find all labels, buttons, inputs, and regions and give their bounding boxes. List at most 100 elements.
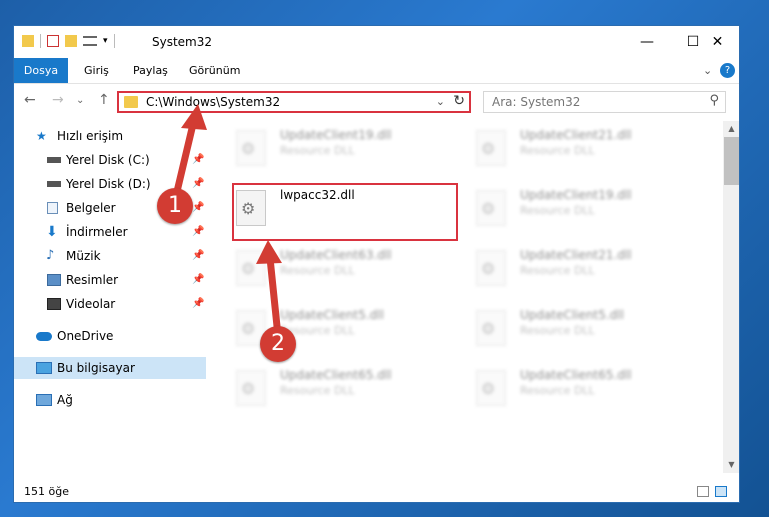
properties-icon[interactable]: [47, 35, 59, 47]
nav-item-downloads[interactable]: ⬇ İndirmeler 📌: [14, 221, 206, 243]
nav-item-label: Ağ: [57, 393, 73, 407]
up-button[interactable]: ↑: [98, 92, 110, 108]
minimize-button[interactable]: —: [624, 26, 670, 58]
dll-file-icon: ⚙: [476, 310, 506, 346]
address-path[interactable]: C:\Windows\System32: [146, 95, 280, 109]
dll-file-icon: ⚙: [476, 190, 506, 226]
nav-item-music[interactable]: ♪ Müzik 📌: [14, 245, 206, 267]
new-folder-icon[interactable]: [65, 35, 77, 47]
search-box[interactable]: ⚲: [483, 91, 726, 113]
tab-file[interactable]: Dosya: [14, 58, 68, 83]
back-button[interactable]: ←: [24, 92, 36, 108]
forward-button[interactable]: →: [52, 92, 64, 108]
file-name: UpdateClient21.dll: [520, 128, 632, 142]
file-type: Resource DLL: [280, 144, 355, 157]
navigation-pane: ★ Hızlı erişim Yerel Disk (C:) 📌 Yerel D…: [14, 121, 206, 473]
vertical-scrollbar[interactable]: ▲ ▼: [723, 121, 739, 473]
file-name: UpdateClient21.dll: [520, 248, 632, 262]
nav-item-label: Belgeler: [66, 201, 116, 215]
tab-share[interactable]: Paylaş: [125, 58, 176, 83]
nav-item-label: Resimler: [66, 273, 119, 287]
file-name: UpdateClient5.dll: [280, 308, 384, 322]
nav-item-network[interactable]: Ağ: [14, 389, 206, 411]
nav-item-label: Yerel Disk (C:): [66, 153, 150, 167]
nav-item-pictures[interactable]: Resimler 📌: [14, 269, 206, 291]
quick-access-toolbar: ▾: [22, 34, 115, 48]
file-name: UpdateClient65.dll: [280, 368, 392, 382]
music-icon: ♪: [46, 248, 55, 263]
ribbon-tabs: Dosya Giriş Paylaş Görünüm ⌄ ?: [14, 58, 739, 84]
address-row: ← → ⌄ ↑ C:\Windows\System32 ⌄ ↻ ⚲: [14, 84, 739, 118]
chevron-down-icon[interactable]: ⌄: [436, 95, 445, 108]
videos-icon: [47, 298, 61, 310]
folder-icon: [22, 35, 34, 47]
pin-icon[interactable]: 📌: [192, 149, 204, 171]
nav-item-local-disk-c[interactable]: Yerel Disk (C:) 📌: [14, 149, 206, 171]
help-button[interactable]: ?: [720, 63, 735, 78]
close-button[interactable]: ✕: [694, 26, 739, 58]
star-icon: ★: [36, 129, 47, 143]
ribbon-collapse-button[interactable]: ⌄: [695, 58, 720, 83]
annotation-marker-2: 2: [260, 326, 296, 362]
pin-icon[interactable]: 📌: [192, 221, 204, 243]
file-list: ⚙ UpdateClient19.dll Resource DLL ⚙ Upda…: [214, 121, 722, 473]
view-toggle: [697, 486, 727, 497]
nav-item-quick-access[interactable]: ★ Hızlı erişim: [14, 125, 206, 147]
gear-icon: ⚙: [481, 379, 496, 398]
gear-icon: ⚙: [241, 139, 256, 158]
nav-item-this-pc[interactable]: Bu bilgisayar: [14, 357, 206, 379]
customize-toolbar-icon[interactable]: [83, 36, 97, 46]
file-item[interactable]: ⚙ UpdateClient65.dll Resource DLL: [228, 364, 448, 410]
address-bar[interactable]: C:\Windows\System32 ⌄ ↻: [117, 91, 471, 113]
search-input[interactable]: [490, 94, 694, 110]
nav-item-label: Hızlı erişim: [57, 129, 124, 143]
large-icons-view-button[interactable]: [715, 486, 727, 497]
gear-icon: ⚙: [481, 199, 496, 218]
pin-icon[interactable]: 📌: [192, 269, 204, 291]
file-item[interactable]: ⚙ UpdateClient19.dll Resource DLL: [228, 124, 448, 170]
scroll-up-button[interactable]: ▲: [723, 121, 739, 137]
file-type: Resource DLL: [520, 264, 595, 277]
gear-icon: ⚙: [481, 319, 496, 338]
search-icon[interactable]: ⚲: [709, 93, 719, 108]
title-bar: ▾ System32 — ☐ ✕: [14, 26, 739, 58]
nav-item-onedrive[interactable]: OneDrive: [14, 325, 206, 347]
pin-icon[interactable]: 📌: [192, 197, 204, 219]
annotation-marker-1: 1: [157, 188, 193, 224]
details-view-button[interactable]: [697, 486, 709, 497]
file-item[interactable]: ⚙ UpdateClient65.dll Resource DLL: [468, 364, 688, 410]
gear-icon: ⚙: [481, 139, 496, 158]
dll-file-icon: ⚙: [236, 130, 266, 166]
dll-file-icon: ⚙: [476, 250, 506, 286]
pin-icon[interactable]: 📌: [192, 245, 204, 267]
refresh-icon[interactable]: ↻: [453, 93, 465, 109]
recent-locations-button[interactable]: ⌄: [76, 95, 84, 106]
tab-home[interactable]: Giriş: [76, 58, 117, 83]
file-item[interactable]: ⚙ UpdateClient19.dll Resource DLL: [468, 184, 688, 230]
gear-icon: ⚙: [241, 319, 256, 338]
scroll-thumb[interactable]: [724, 137, 739, 185]
target-file-highlight: [232, 183, 458, 241]
file-item[interactable]: ⚙ UpdateClient21.dll Resource DLL: [468, 244, 688, 290]
file-item[interactable]: ⚙ UpdateClient63.dll Resource DLL: [228, 244, 448, 290]
file-type: Resource DLL: [520, 384, 595, 397]
pin-icon[interactable]: 📌: [192, 293, 204, 315]
pin-icon[interactable]: 📌: [192, 173, 204, 195]
toolbar-divider: [40, 34, 41, 48]
folder-icon: [124, 96, 138, 108]
file-name: UpdateClient19.dll: [280, 128, 392, 142]
nav-item-videos[interactable]: Videolar 📌: [14, 293, 206, 315]
nav-item-label: OneDrive: [57, 329, 114, 343]
network-icon: [36, 394, 52, 406]
file-item[interactable]: ⚙ UpdateClient5.dll Resource DLL: [468, 304, 688, 350]
file-item[interactable]: ⚙ UpdateClient21.dll Resource DLL: [468, 124, 688, 170]
chevron-down-icon[interactable]: ▾: [103, 36, 108, 46]
pictures-icon: [47, 274, 61, 286]
file-type: Resource DLL: [280, 264, 355, 277]
tab-view[interactable]: Görünüm: [181, 58, 248, 83]
download-icon: ⬇: [46, 224, 58, 240]
explorer-window: ▾ System32 — ☐ ✕ Dosya Giriş Paylaş Görü…: [13, 25, 740, 503]
file-name: UpdateClient65.dll: [520, 368, 632, 382]
scroll-down-button[interactable]: ▼: [723, 457, 739, 473]
nav-item-label: Bu bilgisayar: [57, 361, 135, 375]
